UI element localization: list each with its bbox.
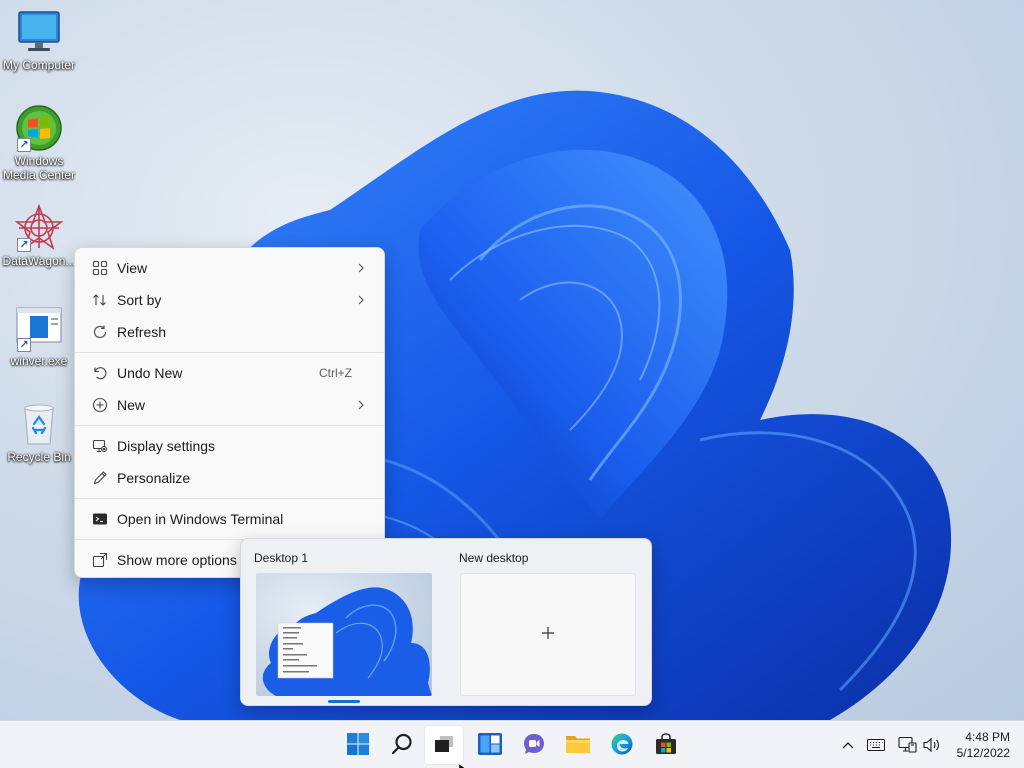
store-button[interactable]	[646, 725, 686, 765]
desktop-icon-windows-media-center[interactable]: ↗ Windows Media Center	[0, 104, 78, 182]
menu-item-view[interactable]: View	[79, 252, 380, 284]
desktop-icon-recycle-bin[interactable]: Recycle Bin	[0, 400, 78, 464]
file-explorer-button[interactable]	[558, 725, 598, 765]
desktop-icon-label: My Computer	[2, 58, 76, 72]
menu-item-display-settings[interactable]: Display settings	[79, 430, 380, 462]
chat-icon	[522, 732, 546, 759]
menu-item-label: Display settings	[117, 438, 216, 454]
winver-icon: ↗	[15, 304, 63, 352]
windows-start-icon	[346, 732, 370, 759]
clock[interactable]: 4:48 PM 5/12/2022	[957, 729, 1010, 761]
terminal-icon	[79, 511, 117, 527]
menu-item-personalize[interactable]: Personalize	[79, 462, 380, 494]
shortcut-arrow-icon: ↗	[17, 138, 31, 152]
menu-item-label: Open in Windows Terminal	[117, 511, 284, 527]
edge-icon	[610, 732, 634, 759]
desktop-icon-label: Recycle Bin	[7, 450, 71, 464]
network-icon[interactable]	[898, 735, 918, 755]
plus-circle-icon	[79, 397, 117, 413]
menu-separator	[75, 425, 384, 426]
menu-item-undo-new[interactable]: Undo New Ctrl+Z	[79, 357, 380, 389]
store-icon	[654, 732, 678, 759]
shortcut-arrow-icon: ↗	[17, 238, 31, 252]
menu-item-label: Refresh	[117, 324, 167, 340]
desktop-1-thumbnail[interactable]	[256, 573, 432, 696]
menu-item-label: View	[117, 260, 148, 276]
monitor-icon	[15, 8, 63, 56]
menu-item-label: Personalize	[117, 470, 191, 486]
task-view-flyout: Desktop 1 New desktop	[240, 538, 652, 706]
desktop-1-title: Desktop 1	[254, 551, 309, 565]
clock-date: 5/12/2022	[956, 746, 1010, 760]
active-desktop-indicator	[328, 700, 360, 703]
volume-icon[interactable]	[922, 735, 942, 755]
chevron-right-icon	[356, 293, 366, 310]
new-desktop-title: New desktop	[459, 551, 529, 565]
desktop-icon-winver[interactable]: ↗ winver.exe	[0, 304, 78, 368]
menu-item-shortcut: Ctrl+Z	[319, 366, 352, 380]
chevron-right-icon	[356, 398, 366, 415]
display-settings-icon	[79, 438, 117, 454]
menu-item-refresh[interactable]: Refresh	[79, 316, 380, 348]
mouse-cursor-icon	[458, 760, 467, 768]
menu-separator	[75, 498, 384, 499]
menu-item-label: New	[117, 397, 146, 413]
plus-icon	[541, 626, 555, 643]
datawagon-icon: ↗	[14, 203, 64, 252]
taskbar: 4:48 PM 5/12/2022	[0, 720, 1024, 768]
new-desktop-button[interactable]	[460, 573, 636, 696]
edge-button[interactable]	[602, 725, 642, 765]
task-view-icon	[432, 732, 456, 759]
pen-icon	[79, 470, 117, 486]
menu-item-label: Sort by	[117, 292, 162, 308]
windows-media-center-icon: ↗	[15, 104, 63, 152]
menu-item-sort-by[interactable]: Sort by	[79, 284, 380, 316]
desktop-icon-my-computer[interactable]: My Computer	[0, 8, 78, 72]
widgets-icon	[477, 732, 503, 759]
desktop-icon-datawagon[interactable]: ↗ DataWagon...	[0, 203, 78, 268]
refresh-icon	[79, 324, 117, 340]
chevron-right-icon	[356, 261, 366, 278]
desktop-context-menu: View Sort by Refresh Undo New Ctrl+Z New	[74, 247, 385, 578]
menu-item-new[interactable]: New	[79, 389, 380, 421]
more-options-icon	[79, 552, 117, 568]
keyboard-icon[interactable]	[866, 735, 886, 755]
start-button[interactable]	[338, 725, 378, 765]
search-icon	[390, 732, 414, 759]
menu-separator	[75, 352, 384, 353]
menu-item-open-terminal[interactable]: Open in Windows Terminal	[79, 503, 380, 535]
desktop-icon-label: winver.exe	[10, 354, 68, 368]
search-button[interactable]	[382, 725, 422, 765]
undo-icon	[79, 365, 117, 381]
sort-icon	[79, 292, 117, 308]
chevron-up-icon[interactable]	[838, 735, 858, 755]
shortcut-arrow-icon: ↗	[17, 338, 31, 352]
recycle-bin-icon	[15, 400, 63, 448]
widgets-button[interactable]	[470, 725, 510, 765]
menu-item-label: Undo New	[117, 365, 183, 381]
grid-icon	[79, 260, 117, 276]
clock-time: 4:48 PM	[965, 730, 1010, 744]
chat-button[interactable]	[514, 725, 554, 765]
folder-icon	[565, 732, 591, 759]
desktop-icon-label: DataWagon...	[2, 254, 76, 268]
desktop-icon-label: Windows Media Center	[2, 154, 76, 182]
task-view-button[interactable]	[424, 725, 464, 765]
